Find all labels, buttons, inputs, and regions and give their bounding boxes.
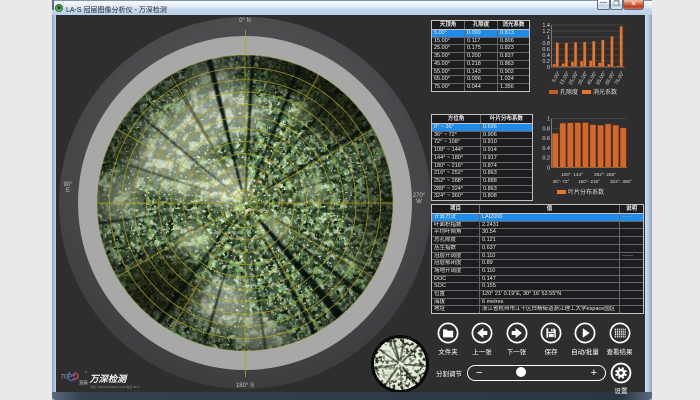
svg-text:0.6: 0.6	[542, 136, 550, 142]
svg-text:0.8: 0.8	[542, 41, 550, 47]
svg-text:0.2: 0.2	[542, 59, 550, 65]
svg-text:万深检测: 万深检测	[89, 373, 129, 384]
svg-text:36°- 72°: 36°- 72°	[553, 179, 570, 184]
svg-text:®: ®	[85, 371, 88, 375]
svg-text:网址 WWW.WSEEN.COM 电话 0571-88***: 网址 WWW.WSEEN.COM 电话 0571-88******	[91, 384, 141, 389]
svg-text:万深: 万深	[79, 379, 87, 386]
svg-text:252°- 288°: 252°- 288°	[594, 172, 616, 177]
svg-text:0.6: 0.6	[542, 47, 550, 53]
svg-text:1.4: 1.4	[542, 23, 550, 29]
svg-text:1: 1	[547, 35, 550, 41]
svg-text:180°- 216°: 180°- 216°	[578, 179, 600, 184]
svg-text:1.2: 1.2	[542, 29, 550, 35]
svg-text:0.2: 0.2	[542, 156, 550, 162]
svg-text:0.4: 0.4	[542, 53, 550, 59]
svg-text:1: 1	[547, 117, 550, 123]
svg-text:108°- 144°: 108°- 144°	[561, 172, 583, 177]
svg-text:324°- 360°: 324°- 360°	[610, 179, 632, 184]
svg-text:0.4: 0.4	[542, 146, 550, 152]
svg-text:0.8: 0.8	[542, 126, 550, 132]
svg-text:0: 0	[547, 166, 550, 172]
svg-text:叶片分布系数: 叶片分布系数	[568, 188, 604, 196]
svg-text:0: 0	[547, 65, 550, 71]
svg-text:孔隙度: 孔隙度	[560, 88, 578, 96]
svg-text:消光系数: 消光系数	[593, 88, 617, 96]
